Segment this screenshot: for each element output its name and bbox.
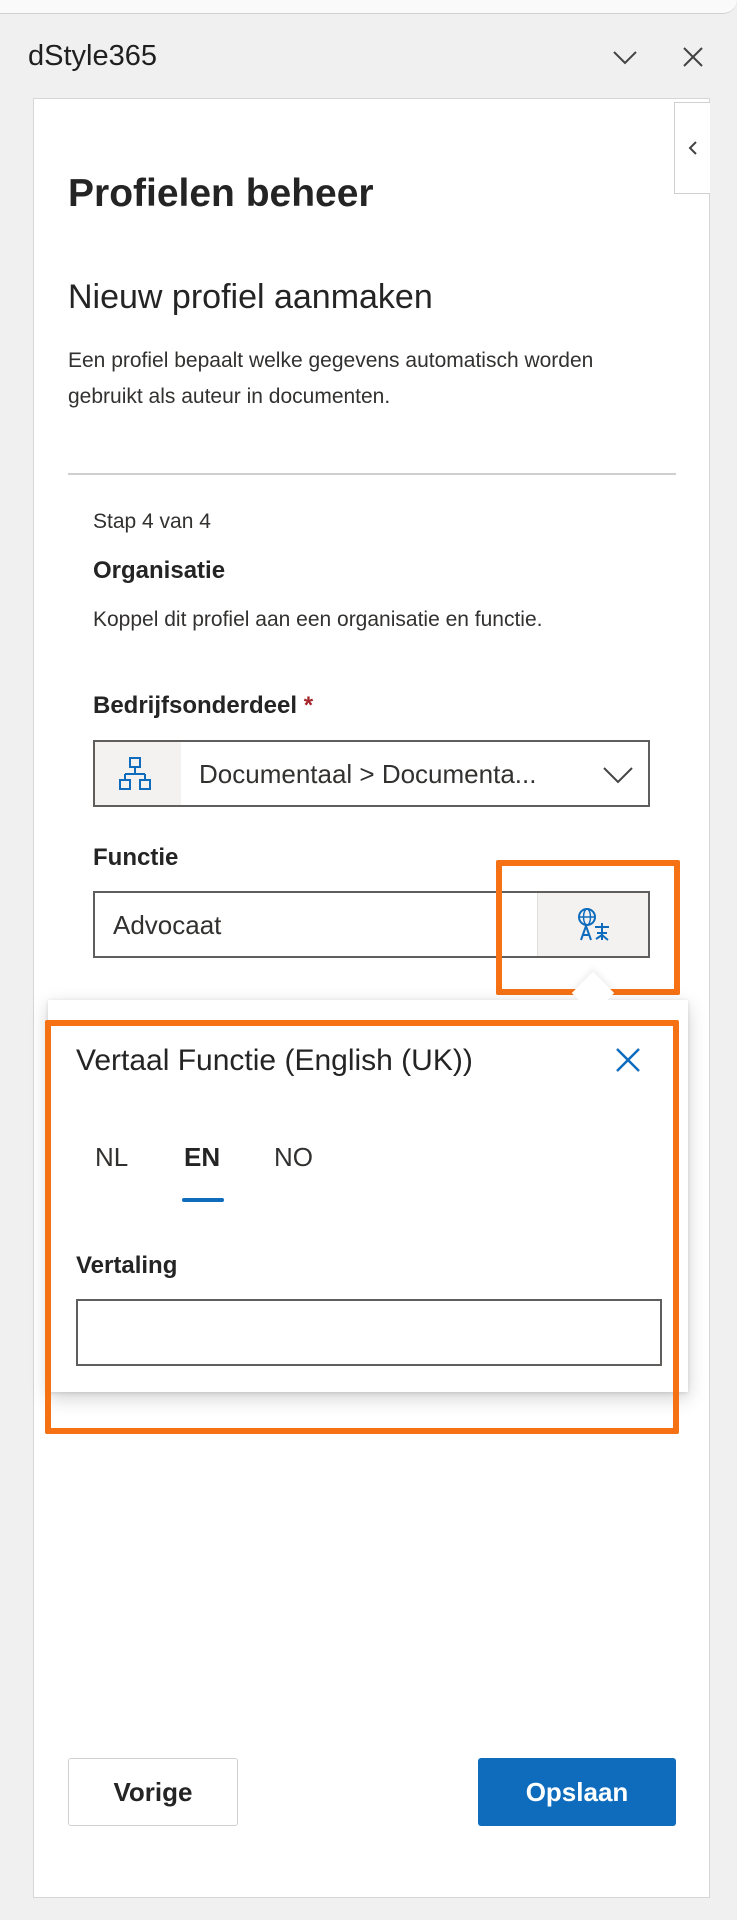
window-top-edge <box>0 0 737 14</box>
chevron-down-icon <box>601 760 635 793</box>
department-label-text: Bedrijfsonderdeel <box>93 692 298 719</box>
save-button[interactable]: Opslaan <box>478 1758 676 1826</box>
close-icon[interactable] <box>678 42 708 72</box>
required-indicator: * <box>303 692 314 719</box>
section-description: Koppel dit profiel aan een organisatie e… <box>93 608 543 631</box>
taskpane-titlebar: dStyle365 <box>0 14 737 96</box>
app-title: dStyle365 <box>28 40 157 72</box>
previous-button[interactable]: Vorige <box>68 1758 238 1826</box>
department-dropdown[interactable]: Documentaal > Documenta... <box>93 740 650 807</box>
collapse-panel-button[interactable] <box>674 102 710 194</box>
function-label: Functie <box>93 844 179 871</box>
chevron-left-icon <box>688 141 697 155</box>
chevron-down-icon[interactable] <box>610 42 640 72</box>
org-chart-icon <box>119 757 151 790</box>
translate-button-highlight <box>496 860 680 995</box>
callout-highlight <box>45 1020 679 1434</box>
function-value[interactable]: Advocaat <box>113 910 221 941</box>
department-icon-box <box>95 742 181 805</box>
page-description: Een profiel bepaalt welke gegevens autom… <box>68 349 594 408</box>
page-title: Profielen beheer <box>68 172 374 215</box>
department-label: Bedrijfsonderdeel * <box>93 692 313 720</box>
step-indicator: Stap 4 van 4 <box>93 510 211 533</box>
divider <box>68 473 676 475</box>
page-subtitle: Nieuw profiel aanmaken <box>68 278 433 316</box>
section-title: Organisatie <box>93 557 226 584</box>
department-value: Documentaal > Documenta... <box>199 759 537 789</box>
